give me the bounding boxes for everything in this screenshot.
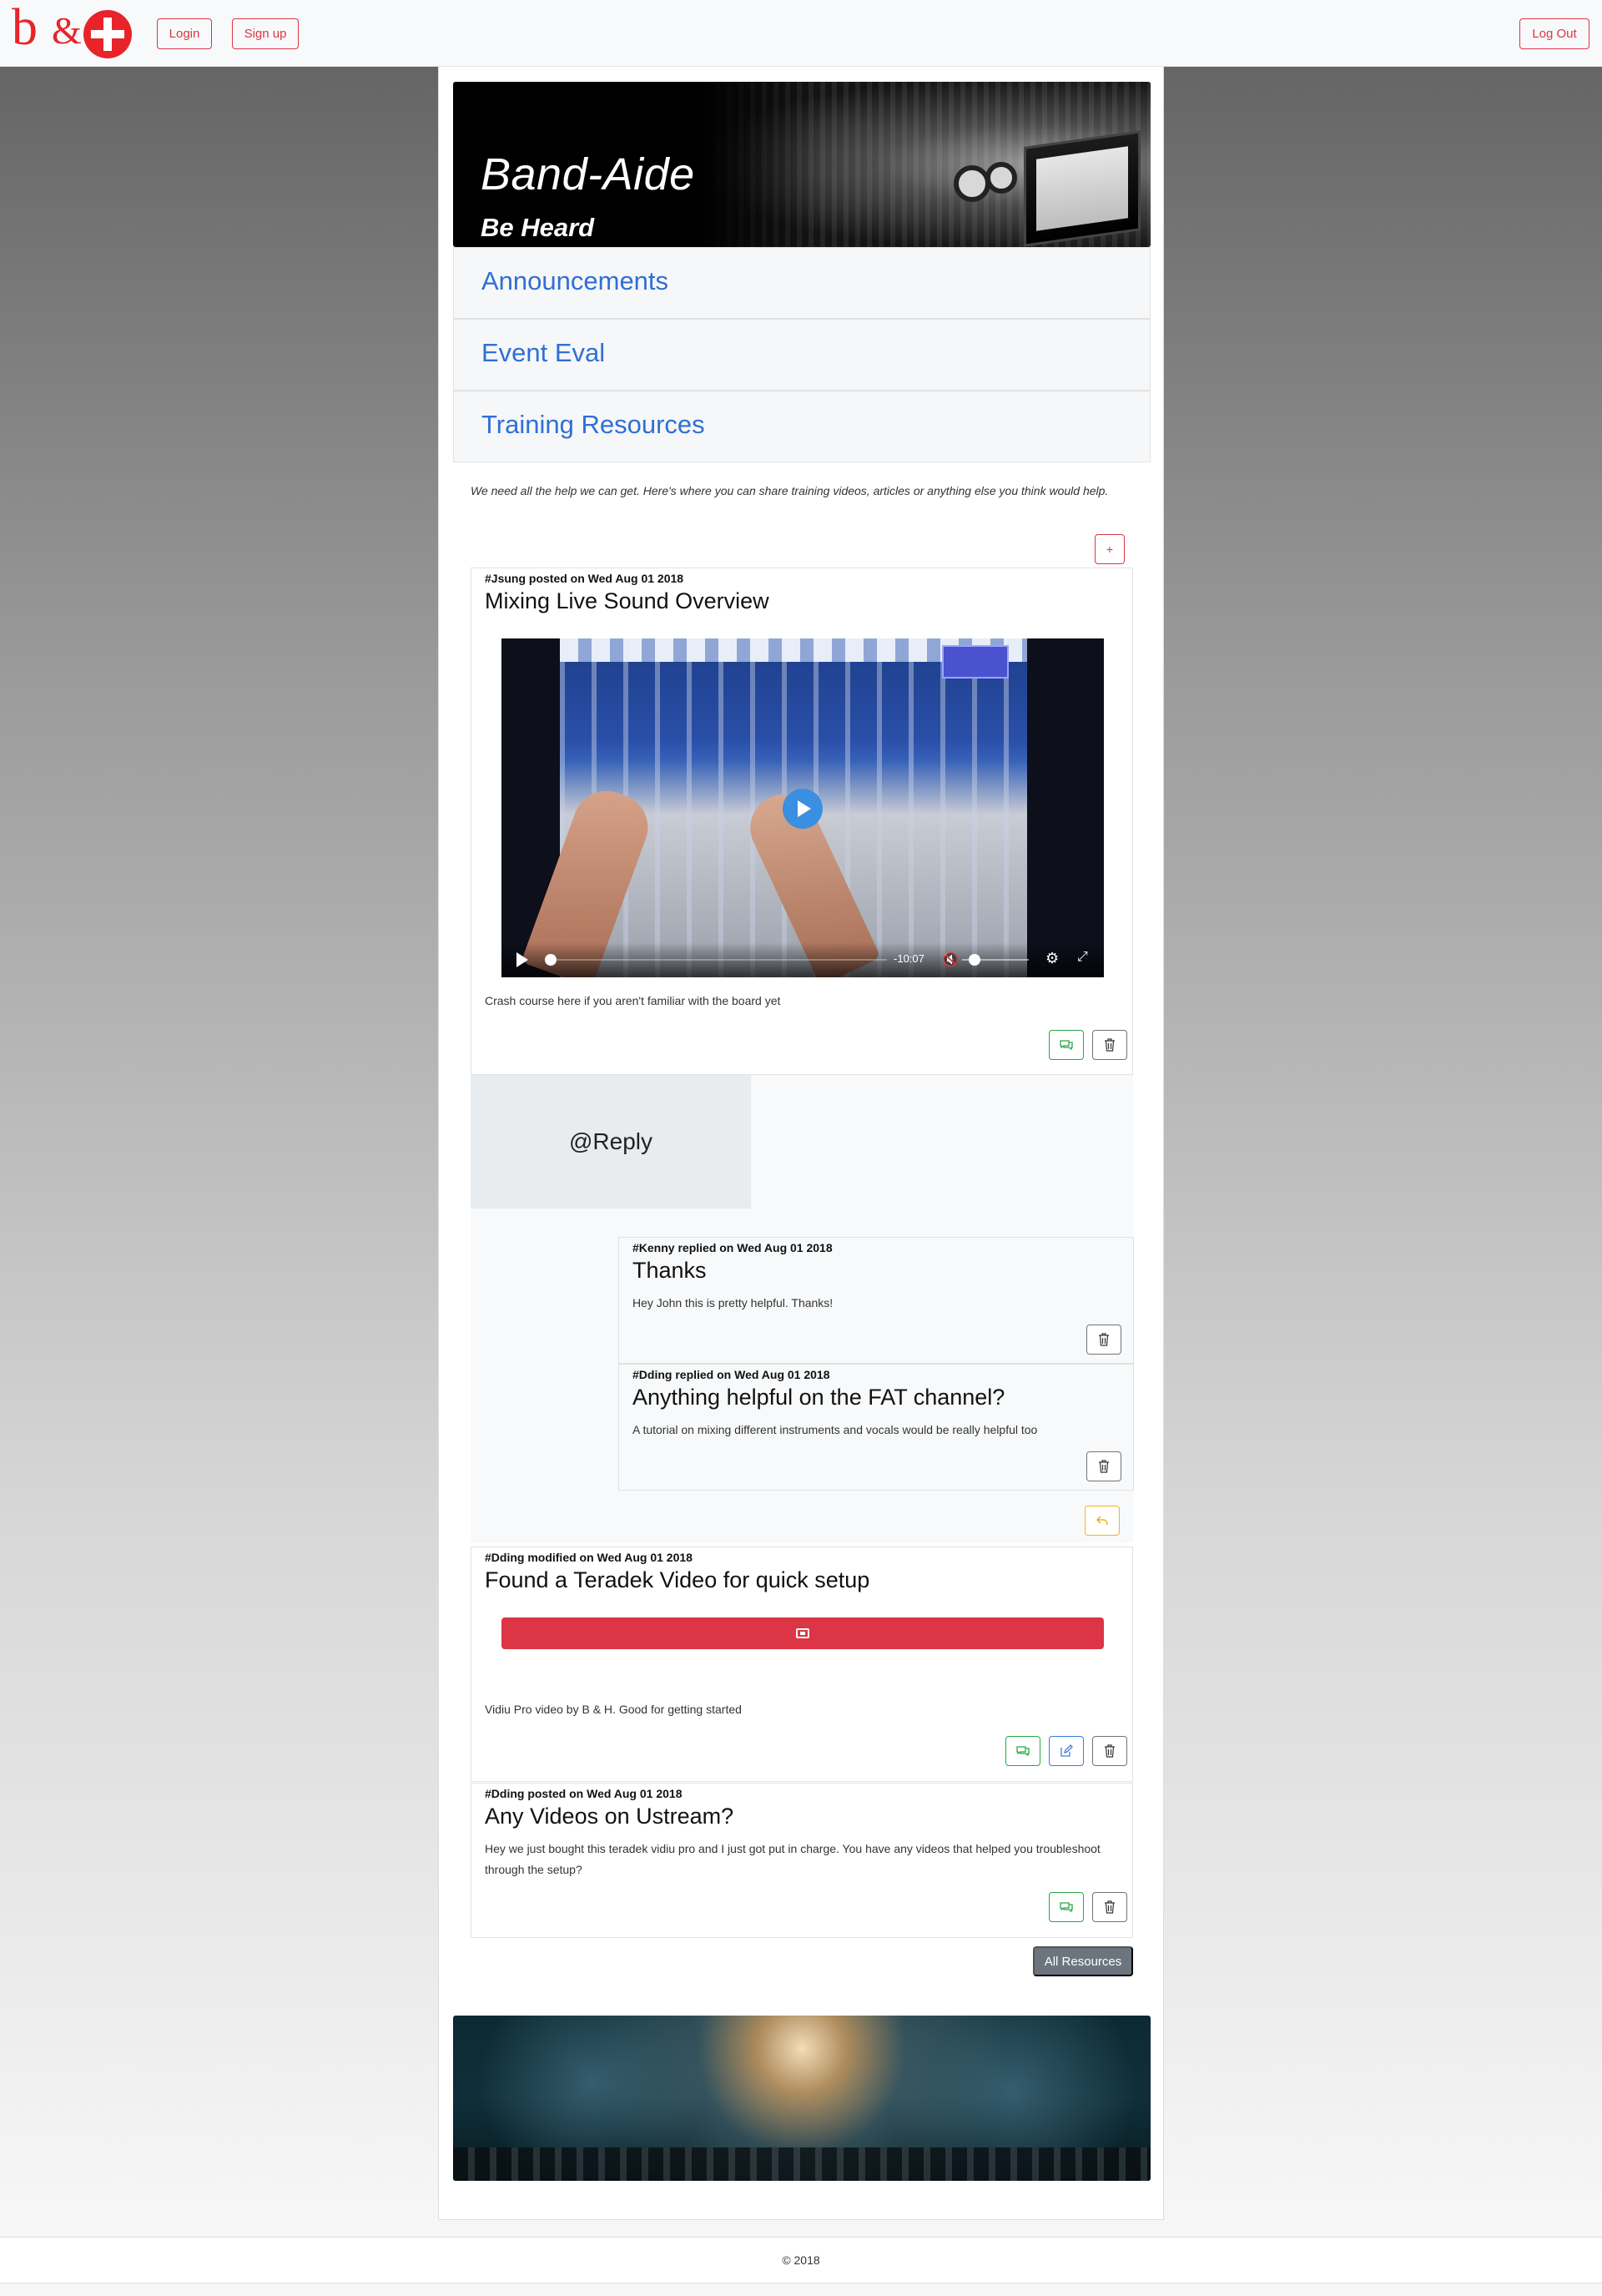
trash-icon: [1105, 1900, 1115, 1914]
delete-button[interactable]: [1092, 1892, 1127, 1922]
trash-icon: [1105, 1744, 1115, 1758]
trash-icon: [1099, 1460, 1109, 1473]
main-container: Band-Aide Be Heard Announcements Event E…: [438, 67, 1164, 2220]
red-cross-icon: [83, 10, 132, 58]
stage-lights-image: [453, 2016, 1151, 2181]
knob-icon: [985, 162, 1017, 194]
all-resources-button[interactable]: All Resources: [1033, 1946, 1133, 1976]
accordion-label: Event Eval: [481, 338, 606, 367]
seek-bar[interactable]: [553, 959, 887, 961]
reply-card: #Dding replied on Wed Aug 01 2018 Anythi…: [618, 1364, 1134, 1491]
accordion-label: Announcements: [481, 266, 669, 295]
video-time: -10:07: [894, 952, 924, 965]
video-controls: -10:07 🔇 ⚙ ⤢: [501, 942, 1104, 977]
play-icon[interactable]: [783, 789, 823, 829]
footer: © 2018: [0, 2237, 1602, 2283]
post-card: #Dding posted on Wed Aug 01 2018 Any Vid…: [471, 1783, 1133, 1938]
play-icon[interactable]: [516, 952, 528, 967]
reply-arrow-icon: [1096, 1516, 1108, 1526]
edit-button[interactable]: [1049, 1736, 1084, 1766]
post-text: Crash course here if you aren't familiar…: [485, 994, 781, 1007]
post-card: #Dding modified on Wed Aug 01 2018 Found…: [471, 1547, 1133, 1782]
mixing-desk-photo: [702, 82, 1151, 247]
post-meta: #Dding modified on Wed Aug 01 2018: [485, 1551, 693, 1564]
logo-letter-b: b: [12, 0, 38, 56]
delete-reply-button[interactable]: [1086, 1325, 1121, 1355]
reply-text: A tutorial on mixing different instrumen…: [632, 1423, 1038, 1436]
delete-button[interactable]: [1092, 1736, 1127, 1766]
reply-meta: #Dding replied on Wed Aug 01 2018: [632, 1368, 830, 1381]
comments-button[interactable]: [1005, 1736, 1040, 1766]
reply-title: Anything helpful on the FAT channel?: [632, 1385, 1005, 1410]
trash-icon: [1105, 1038, 1115, 1052]
post-meta: #Jsung posted on Wed Aug 01 2018: [485, 572, 684, 585]
band-aide-logo[interactable]: b &: [12, 2, 137, 58]
video-player[interactable]: -10:07 🔇 ⚙ ⤢: [501, 638, 1104, 977]
mute-icon[interactable]: 🔇: [942, 951, 959, 968]
accordion-event-eval[interactable]: Event Eval: [453, 319, 1151, 391]
logo-ampersand: &: [52, 9, 82, 52]
comments-button[interactable]: [1049, 1892, 1084, 1922]
reply-button[interactable]: [1085, 1506, 1120, 1536]
add-resource-button[interactable]: +: [1095, 534, 1125, 564]
youtube-icon: [796, 1628, 809, 1638]
reply-label[interactable]: @Reply: [471, 1075, 751, 1209]
banner-subtitle: Be Heard: [481, 213, 595, 242]
comments-icon: [1060, 1040, 1073, 1051]
comments-icon: [1016, 1746, 1030, 1757]
delete-button[interactable]: [1092, 1030, 1127, 1060]
post-text: Hey we just bought this teradek vidiu pr…: [485, 1842, 1101, 1876]
volume-handle[interactable]: [969, 954, 980, 966]
settings-gear-icon[interactable]: ⚙: [1045, 950, 1059, 967]
login-button[interactable]: Login: [157, 18, 212, 49]
post-meta: #Dding posted on Wed Aug 01 2018: [485, 1787, 683, 1800]
hero-banner: Band-Aide Be Heard: [453, 82, 1151, 247]
trash-icon: [1099, 1333, 1109, 1346]
banner-title: Band-Aide: [481, 149, 695, 199]
laptop-icon: [1024, 130, 1141, 247]
post-title: Any Videos on Ustream?: [485, 1804, 734, 1829]
accordion-label: Training Resources: [481, 410, 705, 439]
post-text: Vidiu Pro video by B & H. Good for getti…: [485, 1703, 742, 1716]
post-title: Found a Teradek Video for quick setup: [485, 1567, 870, 1592]
reply-meta: #Kenny replied on Wed Aug 01 2018: [632, 1241, 833, 1254]
post-card: #Jsung posted on Wed Aug 01 2018 Mixing …: [471, 568, 1133, 1075]
accordion-announcements[interactable]: Announcements: [453, 247, 1151, 319]
copyright-text: © 2018: [782, 2253, 820, 2267]
top-navbar: b & Login Sign up Log Out: [0, 0, 1602, 67]
accordion-training-resources[interactable]: Training Resources: [453, 391, 1151, 462]
reply-title: Thanks: [632, 1258, 707, 1283]
logout-button[interactable]: Log Out: [1519, 18, 1589, 49]
training-intro: We need all the help we can get. Here's …: [471, 484, 1109, 497]
post-title: Mixing Live Sound Overview: [485, 588, 769, 613]
mixer-display: [942, 645, 1009, 679]
knob-icon: [954, 165, 990, 202]
replies-panel: @Reply #Kenny replied on Wed Aug 01 2018…: [471, 1075, 1134, 1542]
fullscreen-icon[interactable]: ⤢: [1077, 950, 1088, 965]
reply-card: #Kenny replied on Wed Aug 01 2018 Thanks…: [618, 1237, 1134, 1364]
comments-icon: [1060, 1902, 1073, 1913]
youtube-video-button[interactable]: [501, 1617, 1104, 1649]
signup-button[interactable]: Sign up: [232, 18, 299, 49]
comments-button[interactable]: [1049, 1030, 1084, 1060]
reply-text: Hey John this is pretty helpful. Thanks!: [632, 1296, 834, 1309]
edit-icon: [1060, 1744, 1073, 1757]
delete-reply-button[interactable]: [1086, 1451, 1121, 1481]
